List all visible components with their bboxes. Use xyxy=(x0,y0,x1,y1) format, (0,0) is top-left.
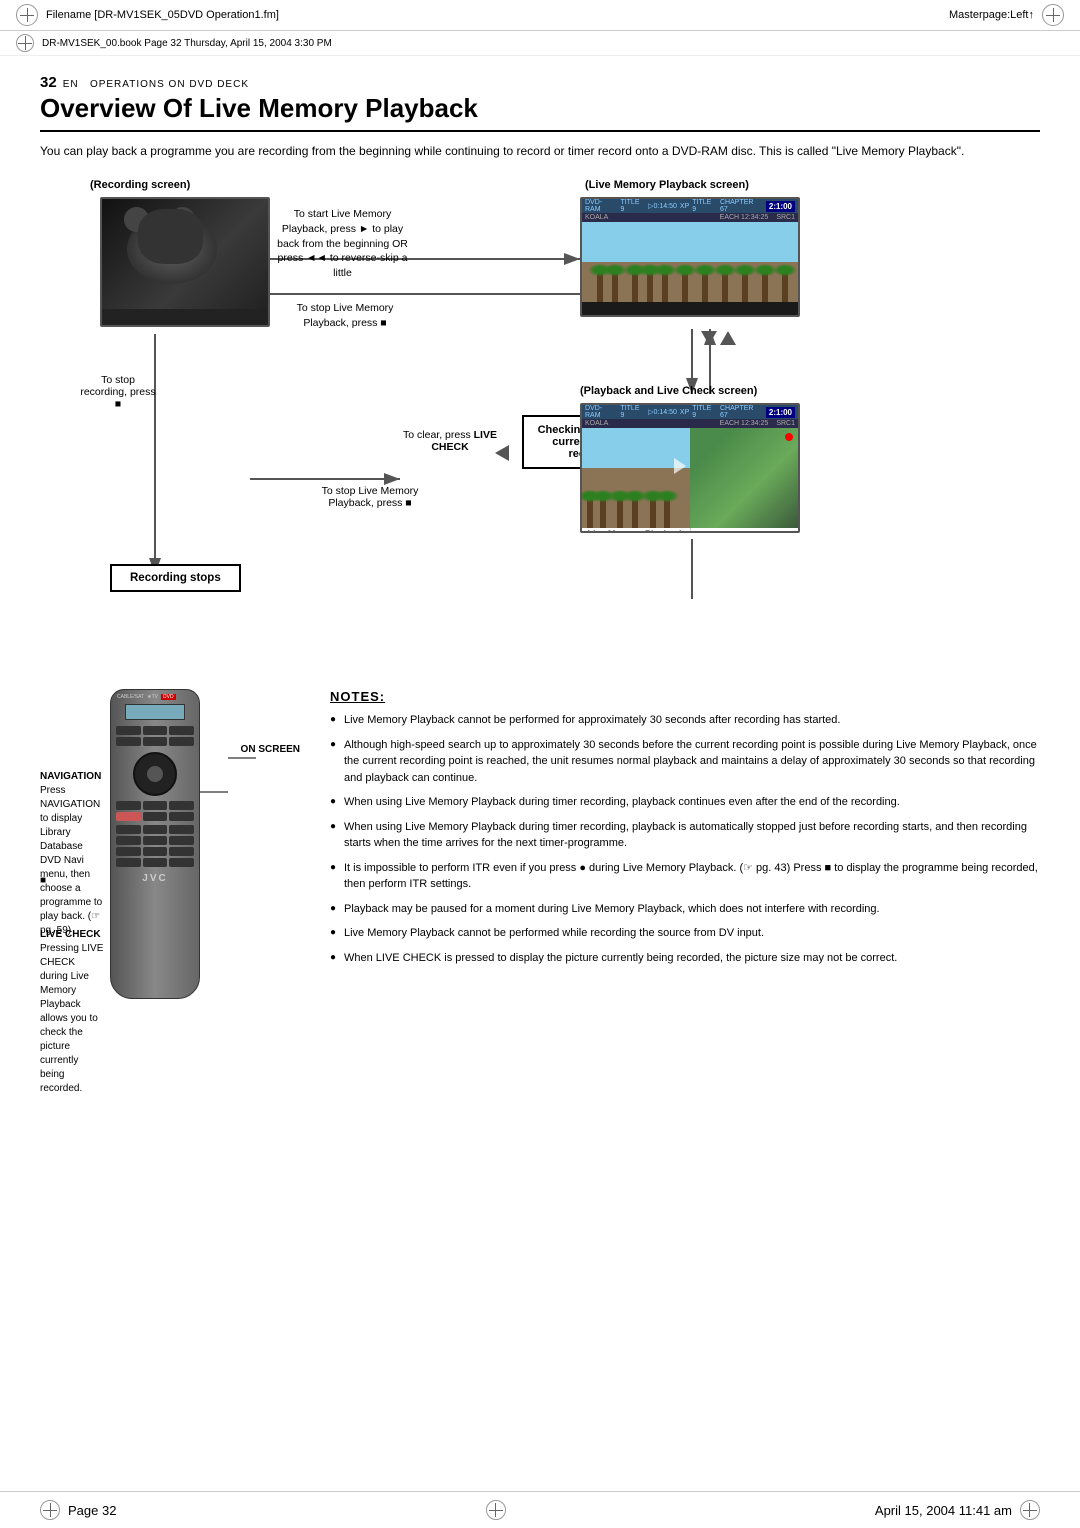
live-memory-screen-label: (Live Memory Playback screen) xyxy=(585,179,749,191)
screen-ui-bar: DVD-RAM TITLE 9 ▷0:14:50 XP TITLE 9 CHAP… xyxy=(582,199,798,213)
crosshair-footer-right xyxy=(1020,1500,1040,1520)
remote-area: CABLE/SAT ★TV DVD xyxy=(40,689,300,1029)
section-heading: 32 EN OPERATIONS ON DVD DECK xyxy=(40,74,1040,91)
playback-screen: DVD-RAM TITLE 9 ▷0:14:50 XP TITLE 9 CHAP… xyxy=(580,403,800,533)
split-left xyxy=(582,428,690,528)
filename-label: Filename [DR-MV1SEK_05DVD Operation1.fm] xyxy=(46,9,279,21)
notes-section: CABLE/SAT ★TV DVD xyxy=(40,689,1040,1029)
split-right xyxy=(690,428,798,528)
sub-header-left: DR-MV1SEK_00.book Page 32 Thursday, Apri… xyxy=(16,34,332,52)
header-right: Masterpage:Left↑ xyxy=(949,4,1064,26)
recording-screen-visual xyxy=(102,199,268,309)
page-label: Page 32 xyxy=(68,1503,116,1518)
text-stop-recording: To stop recording, press ■ xyxy=(78,374,158,410)
note-item-2: Although high-speed search up to approxi… xyxy=(330,737,1040,787)
remote-section: CABLE/SAT ★TV DVD xyxy=(40,689,300,1029)
arrow-left-check xyxy=(495,445,509,464)
arrow-down-right xyxy=(701,331,717,345)
footer-right: April 15, 2004 11:41 am xyxy=(875,1500,1040,1520)
note-item-5: It is impossible to perform ITR even if … xyxy=(330,860,1040,893)
note-item-6: Playback may be paused for a moment duri… xyxy=(330,901,1040,918)
sub-header: DR-MV1SEK_00.book Page 32 Thursday, Apri… xyxy=(0,31,1080,56)
book-ref-label: DR-MV1SEK_00.book Page 32 Thursday, Apri… xyxy=(42,38,332,49)
playback-screen-label: (Playback and Live Check screen) xyxy=(580,385,757,397)
navigation-label-text: NAVIGATION xyxy=(40,771,105,782)
live-check-area: LIVE CHECK Pressing LIVE CHECK during Li… xyxy=(40,929,105,1096)
text-stop-live-2: To stop Live Memory Playback, press ■ xyxy=(305,485,435,509)
recording-screen xyxy=(100,197,270,327)
notes-list: Live Memory Playback cannot be performed… xyxy=(330,712,1040,966)
live-check-description: Pressing LIVE CHECK during Live Memory P… xyxy=(40,942,105,1096)
note-item-7: Live Memory Playback cannot be performed… xyxy=(330,925,1040,942)
stop-label-area: ■ xyxy=(40,875,105,888)
section-description: You can play back a programme you are re… xyxy=(40,142,1040,161)
live-check-label: LIVE CHECK xyxy=(40,929,105,940)
section-number: 32 xyxy=(40,74,57,91)
remote-body: CABLE/SAT ★TV DVD xyxy=(110,689,200,999)
crosshair-left xyxy=(16,4,38,26)
footer-bar: Page 32 April 15, 2004 11:41 am xyxy=(0,1491,1080,1528)
live-memory-screen: DVD-RAM TITLE 9 ▷0:14:50 XP TITLE 9 CHAP… xyxy=(580,197,800,317)
stop-label: ■ xyxy=(40,875,105,886)
crosshair-right xyxy=(1042,4,1064,26)
note-item-8: When LIVE CHECK is pressed to display th… xyxy=(330,950,1040,967)
crosshair-footer-mid xyxy=(486,1500,506,1520)
note-item-3: When using Live Memory Playback during t… xyxy=(330,794,1040,811)
text-start-live: To start Live Memory Playback, press ► t… xyxy=(270,207,415,280)
navigation-text-area: NAVIGATION Press NAVIGATION to display L… xyxy=(40,771,105,938)
recording-stops-box: Recording stops xyxy=(110,564,241,592)
split-screen xyxy=(582,428,798,528)
arrow-up-right xyxy=(720,331,736,345)
recording-screen-label: (Recording screen) xyxy=(90,179,190,191)
crosshair-sub-left xyxy=(16,34,34,52)
date-label: April 15, 2004 11:41 am xyxy=(875,1503,1012,1518)
crosshair-footer-left xyxy=(40,1500,60,1520)
text-clear: To clear, press LIVE CHECK xyxy=(390,429,510,453)
masterpage-label: Masterpage:Left↑ xyxy=(949,9,1034,21)
section-en-label: EN OPERATIONS ON DVD DECK xyxy=(63,79,249,90)
header-left: Filename [DR-MV1SEK_05DVD Operation1.fm] xyxy=(16,4,279,26)
text-stop-live-1: To stop Live Memory Playback, press ■ xyxy=(280,301,410,330)
note-item-1: Live Memory Playback cannot be performed… xyxy=(330,712,1040,729)
header-bar: Filename [DR-MV1SEK_05DVD Operation1.fm]… xyxy=(0,0,1080,31)
navigation-description: Press NAVIGATION to display Library Data… xyxy=(40,784,105,938)
section-title: Overview Of Live Memory Playback xyxy=(40,93,1040,132)
on-screen-arrow xyxy=(228,751,258,768)
notes-heading: NOTES: xyxy=(330,689,1040,704)
navigation-label xyxy=(200,785,230,802)
footer-left: Page 32 xyxy=(40,1500,116,1520)
notes-area: NOTES: Live Memory Playback cannot be pe… xyxy=(330,689,1040,1029)
live-screen-visual xyxy=(582,222,798,302)
note-item-4: When using Live Memory Playback during t… xyxy=(330,819,1040,852)
diagram-container: (Recording screen) To start Live Memory … xyxy=(40,179,1040,669)
playback-label-bar: Live Memory Playback picture Recording p… xyxy=(582,528,798,533)
main-content: 32 EN OPERATIONS ON DVD DECK Overview Of… xyxy=(0,56,1080,1047)
playback-label-item-1: Live Memory Playback picture xyxy=(582,527,691,533)
